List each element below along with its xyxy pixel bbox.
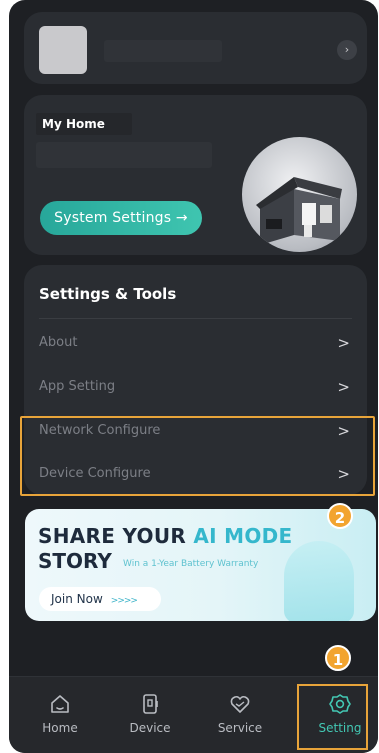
banner-headline-ai: AI MODE bbox=[193, 524, 293, 548]
nav-service[interactable]: Service bbox=[205, 693, 275, 735]
app-screen: › My Home System Settings → Settings & T… bbox=[9, 0, 378, 753]
join-now-button[interactable]: Join Now >>>> bbox=[39, 587, 161, 611]
avatar bbox=[39, 26, 87, 74]
chevron-right-icon: > bbox=[337, 334, 350, 352]
tool-row-about[interactable]: About > bbox=[39, 328, 352, 358]
nav-device[interactable]: Device bbox=[115, 693, 185, 735]
profile-card[interactable]: › bbox=[24, 12, 367, 84]
divider bbox=[39, 318, 352, 319]
highlight-box-setting bbox=[297, 684, 368, 750]
home-title: My Home bbox=[36, 113, 132, 135]
tool-row-label: About bbox=[39, 335, 78, 350]
join-now-label: Join Now bbox=[51, 592, 103, 606]
house-illustration bbox=[242, 137, 357, 252]
house-icon bbox=[256, 177, 342, 245]
chevron-right-icon: > bbox=[337, 378, 350, 396]
banner-headline-a: SHARE YOUR bbox=[38, 524, 194, 548]
tool-row-app-setting[interactable]: App Setting > bbox=[39, 372, 352, 402]
promo-banner[interactable]: SHARE YOUR AI MODE STORY Win a 1-Year Ba… bbox=[25, 509, 376, 621]
chevron-right-icon[interactable]: › bbox=[337, 40, 357, 60]
device-icon bbox=[143, 694, 158, 714]
banner-headline-2: STORY bbox=[38, 549, 112, 573]
tool-row-label: App Setting bbox=[39, 379, 116, 394]
highlight-box-configure bbox=[20, 416, 375, 496]
service-icon bbox=[230, 695, 250, 713]
nav-label: Service bbox=[217, 721, 263, 735]
banner-subtitle: Win a 1-Year Battery Warranty bbox=[123, 559, 259, 569]
step-badge-2: 2 bbox=[327, 503, 353, 529]
banner-headline: SHARE YOUR AI MODE bbox=[38, 524, 292, 548]
system-settings-button[interactable]: System Settings → bbox=[40, 201, 202, 235]
battery-illustration bbox=[284, 541, 354, 621]
home-address-redacted bbox=[36, 142, 212, 168]
arrows-icon: >>>> bbox=[110, 596, 138, 606]
nav-label: Device bbox=[129, 721, 171, 735]
nav-home[interactable]: Home bbox=[25, 693, 95, 735]
nav-label: Home bbox=[42, 721, 78, 735]
section-title: Settings & Tools bbox=[39, 285, 177, 303]
step-badge-1: 1 bbox=[325, 645, 351, 671]
profile-name-redacted bbox=[104, 40, 222, 62]
my-home-card: My Home System Settings → bbox=[24, 95, 367, 255]
home-icon bbox=[51, 695, 69, 713]
